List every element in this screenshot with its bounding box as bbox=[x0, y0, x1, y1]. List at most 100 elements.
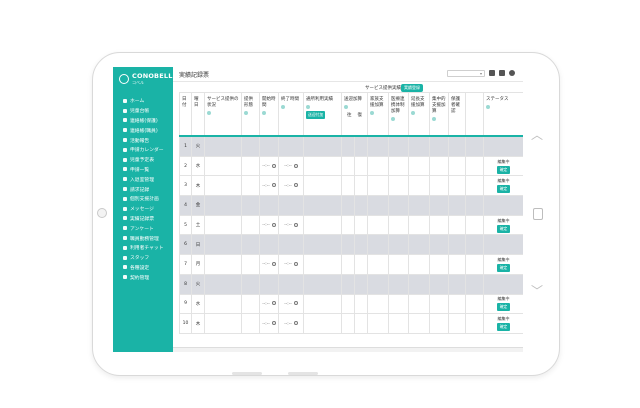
sidebar-item[interactable]: 連絡帳(職員) bbox=[113, 125, 173, 135]
sidebar-item[interactable]: 個別支援計画 bbox=[113, 194, 173, 204]
th-status: ステータス bbox=[483, 92, 523, 137]
sidebar-item-label: 各種設定 bbox=[130, 265, 150, 271]
sidebar-item[interactable]: 申請カレンダー bbox=[113, 145, 173, 155]
cell-empty bbox=[465, 155, 484, 177]
clock-icon[interactable] bbox=[293, 301, 298, 306]
cell-start-time[interactable]: --:-- bbox=[259, 293, 279, 315]
cell-start-time[interactable]: --:-- bbox=[259, 214, 279, 236]
cell-end-time[interactable]: --:-- bbox=[278, 293, 304, 315]
clock-icon[interactable] bbox=[293, 222, 298, 227]
cell-empty bbox=[241, 313, 260, 334]
cell-empty bbox=[367, 234, 389, 256]
cell-empty bbox=[354, 134, 368, 157]
sidebar-item-label: メッセージ bbox=[130, 207, 154, 213]
cell-empty bbox=[367, 313, 389, 334]
cell-day: 5 bbox=[179, 214, 192, 236]
sidebar-item[interactable]: アンケート bbox=[113, 223, 173, 233]
clock-icon[interactable] bbox=[271, 183, 276, 188]
report-icon bbox=[123, 138, 127, 143]
month-select[interactable]: ▾ bbox=[447, 70, 485, 77]
sidebar-item[interactable]: 児童予定表 bbox=[113, 155, 173, 165]
cell-empty bbox=[354, 313, 368, 334]
clock-icon[interactable] bbox=[293, 163, 298, 168]
clock-icon[interactable] bbox=[271, 261, 276, 266]
cell-end-time[interactable]: --:-- bbox=[278, 175, 304, 197]
cell-end-time[interactable]: --:-- bbox=[278, 254, 304, 275]
cell-day: 9 bbox=[179, 293, 192, 315]
cell-empty bbox=[465, 134, 484, 157]
clock-icon[interactable] bbox=[271, 301, 276, 306]
confirm-button[interactable]: 確定 bbox=[496, 185, 511, 194]
cell-empty bbox=[429, 155, 449, 177]
mail-icon[interactable] bbox=[489, 70, 495, 76]
cell-empty bbox=[341, 273, 355, 295]
user-icon bbox=[123, 255, 127, 260]
cell-empty bbox=[204, 134, 242, 157]
confirm-button[interactable]: 確定 bbox=[496, 303, 511, 312]
sidebar-item[interactable]: スタッフ bbox=[113, 253, 173, 263]
transport-button[interactable]: 送迎付加 bbox=[306, 111, 326, 119]
cell-empty bbox=[429, 175, 449, 197]
sidebar-item-label: 利用者チャット bbox=[130, 246, 164, 252]
cell-empty bbox=[448, 155, 466, 177]
sidebar-item[interactable]: 活動報告 bbox=[113, 135, 173, 145]
cell-end-time[interactable]: --:-- bbox=[278, 214, 304, 236]
service-register-button[interactable]: 実績登録 bbox=[401, 84, 423, 92]
clock-icon[interactable] bbox=[271, 222, 276, 227]
cell-empty bbox=[429, 234, 449, 256]
camera-icon bbox=[97, 208, 107, 218]
confirm-button[interactable]: 確定 bbox=[496, 224, 511, 233]
sidebar-item[interactable]: 契約管理 bbox=[113, 272, 173, 282]
sidebar-item[interactable]: 各種設定 bbox=[113, 263, 173, 273]
clock-icon[interactable] bbox=[293, 261, 298, 266]
cell-start-time[interactable]: --:-- bbox=[259, 313, 279, 334]
sidebar-item[interactable]: 連絡帳(保護) bbox=[113, 116, 173, 126]
start-time: --:-- bbox=[262, 163, 270, 169]
cell-empty bbox=[483, 234, 523, 256]
sidebar-item[interactable]: 入退室管理 bbox=[113, 174, 173, 184]
cell-empty bbox=[204, 313, 242, 334]
cell-empty bbox=[278, 134, 304, 157]
cell-empty bbox=[341, 155, 355, 177]
th-weekday: 曜日 bbox=[191, 92, 205, 137]
help-icon[interactable] bbox=[509, 70, 515, 76]
sidebar-item[interactable]: 児童台帳 bbox=[113, 106, 173, 116]
chevron-up-icon[interactable]: ︿ bbox=[531, 126, 543, 143]
cell-start-time[interactable]: --:-- bbox=[259, 175, 279, 197]
cell-end-time[interactable]: --:-- bbox=[278, 313, 304, 334]
sidebar-item[interactable]: 職員勤務管理 bbox=[113, 233, 173, 243]
confirm-button[interactable]: 確定 bbox=[496, 263, 511, 272]
cell-end-time[interactable]: --:-- bbox=[278, 155, 304, 177]
cell-empty bbox=[259, 234, 279, 256]
sidebar-item[interactable]: 請求記録 bbox=[113, 184, 173, 194]
clock-icon[interactable] bbox=[293, 183, 298, 188]
sidebar-item[interactable]: 申請一覧 bbox=[113, 165, 173, 175]
chevron-down-icon[interactable]: ﹀ bbox=[531, 282, 543, 299]
document-icon[interactable] bbox=[499, 70, 505, 76]
cell-weekday: 火 bbox=[191, 134, 205, 157]
sidebar-item[interactable]: 利用者チャット bbox=[113, 243, 173, 253]
th-guardian: 保護者確認 bbox=[448, 92, 466, 137]
sidebar-item[interactable]: 実績記録票 bbox=[113, 214, 173, 224]
cell-empty bbox=[354, 175, 368, 197]
service-banner-label: サービス提供実績 bbox=[365, 86, 401, 91]
confirm-button[interactable]: 確定 bbox=[496, 323, 511, 332]
home-button-icon[interactable] bbox=[533, 208, 543, 220]
clock-icon[interactable] bbox=[271, 321, 276, 326]
info-icon bbox=[262, 111, 266, 115]
cell-empty bbox=[465, 254, 484, 275]
clock-icon[interactable] bbox=[271, 163, 276, 168]
cell-empty bbox=[303, 254, 342, 275]
clock-icon[interactable] bbox=[293, 321, 298, 326]
cell-empty bbox=[408, 214, 430, 236]
cell-start-time[interactable]: --:-- bbox=[259, 155, 279, 177]
cell-day: 3 bbox=[179, 175, 192, 197]
home-icon bbox=[123, 98, 127, 103]
sidebar-item[interactable]: メッセージ bbox=[113, 204, 173, 214]
cell-empty bbox=[341, 254, 355, 275]
sidebar-item[interactable]: ホーム bbox=[113, 96, 173, 106]
cell-empty bbox=[204, 195, 242, 216]
cell-empty bbox=[429, 214, 449, 236]
confirm-button[interactable]: 確定 bbox=[496, 165, 511, 174]
cell-start-time[interactable]: --:-- bbox=[259, 254, 279, 275]
